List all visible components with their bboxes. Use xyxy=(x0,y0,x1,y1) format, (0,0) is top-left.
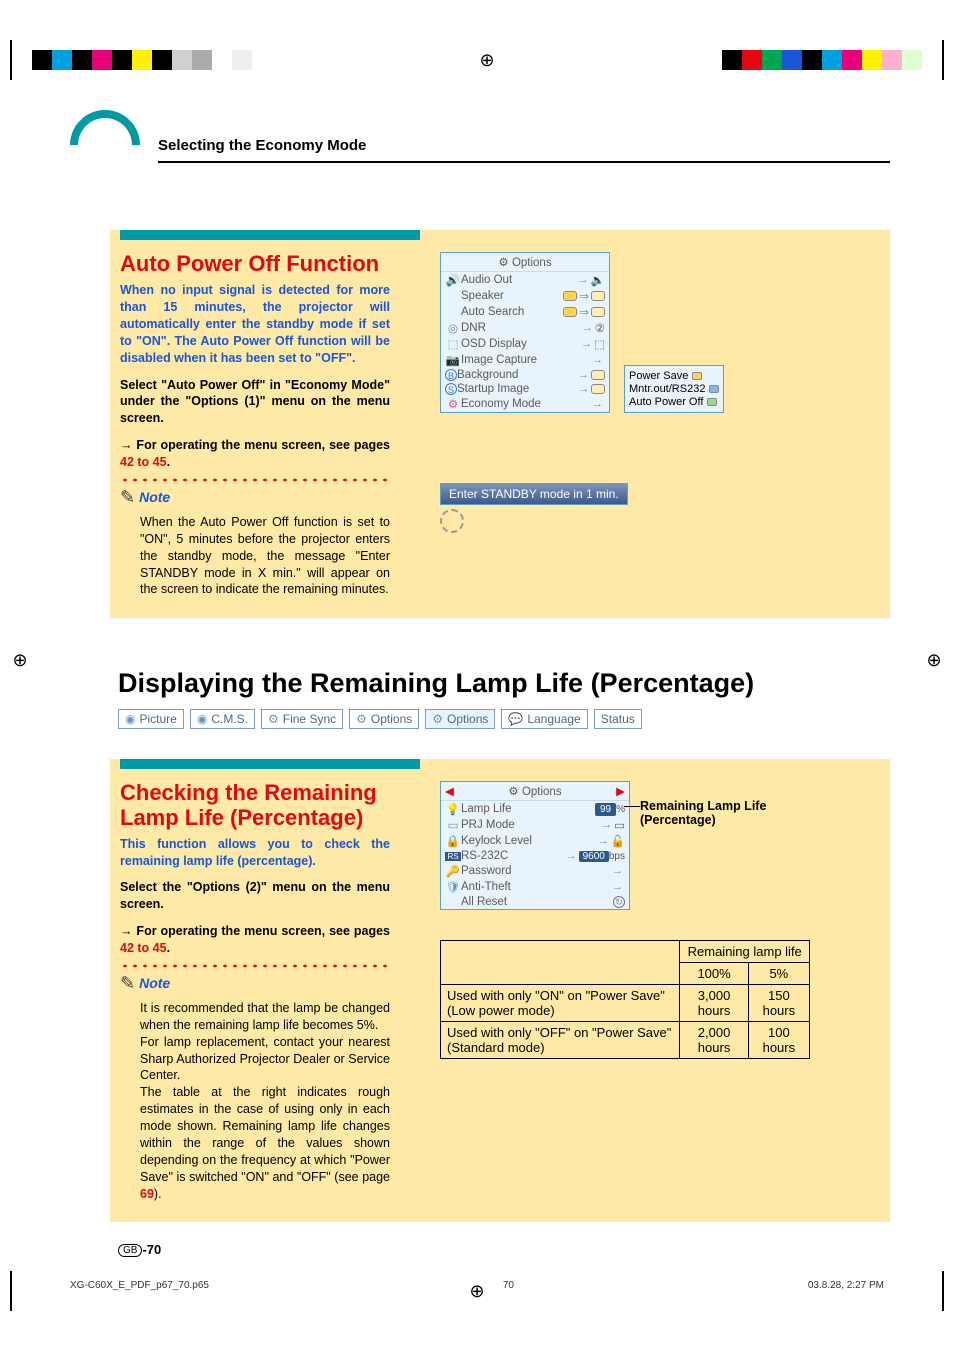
crosshair-icon: ⊕ xyxy=(10,650,30,670)
checking-lamp-title: Checking the Remaining Lamp Life (Percen… xyxy=(120,781,390,829)
auto-power-off-desc: When no input signal is detected for mor… xyxy=(120,282,390,366)
instruction-1: Select "Auto Power Off" in "Economy Mode… xyxy=(120,377,390,428)
note-icon: ✎ xyxy=(120,973,135,994)
note-heading-2: ✎ Note xyxy=(120,973,390,994)
crosshair-icon: ⊕ xyxy=(467,1281,487,1301)
osd-options-menu: ⚙ Options 🔊Audio Out→🔈 Speaker⇒ Auto Sea… xyxy=(440,252,610,413)
instruction-3: Select the "Options (2)" menu on the men… xyxy=(120,879,390,913)
tab-finesync: ⚙Fine Sync xyxy=(261,709,343,729)
note-body-2b: For lamp replacement, contact your neare… xyxy=(120,1034,390,1085)
crosshair-icon: ⊕ xyxy=(477,50,497,70)
rs232-icon: RS xyxy=(445,852,461,861)
checking-lamp-desc: This function allows you to check the re… xyxy=(120,836,390,870)
color-patches-right xyxy=(722,50,922,70)
sync-icon: ⚙ xyxy=(268,712,279,726)
dnr-icon: ◎ xyxy=(445,321,461,335)
header-title: Selecting the Economy Mode xyxy=(158,137,366,154)
menu-tab-row: ◉Picture ◉C.M.S. ⚙Fine Sync ⚙Options ⚙Op… xyxy=(118,709,890,729)
registration-marks-bottom: ⊕ xyxy=(0,1271,954,1351)
table-row: Used with only "ON" on "Power Save" (Low… xyxy=(441,985,810,1022)
economy-submenu: Power Save Mntr.out/RS232 Auto Power Off xyxy=(624,365,724,413)
section-title-lamp-life: Displaying the Remaining Lamp Life (Perc… xyxy=(118,668,890,699)
note-icon: ✎ xyxy=(120,487,135,508)
speech-icon: 💬 xyxy=(508,712,523,726)
lamp-life-annotation: Remaining Lamp Life (Percentage) xyxy=(640,799,820,827)
color-patches-left xyxy=(32,50,252,70)
standby-message: Enter STANDBY mode in 1 min. xyxy=(440,483,628,505)
note-body-2c: The table at the right indicates rough e… xyxy=(120,1084,390,1202)
reset-icon: ↻ xyxy=(613,896,625,908)
key-icon: 🔑 xyxy=(445,864,461,878)
prj-icon: ▭ xyxy=(445,818,461,832)
startup-icon: S xyxy=(445,383,457,395)
cms-icon: ◉ xyxy=(197,712,207,726)
note-body-2a: It is recommended that the lamp be chang… xyxy=(120,1000,390,1034)
note-body: When the Auto Power Off function is set … xyxy=(120,514,390,598)
tab-options1: ⚙Options xyxy=(349,709,419,729)
gear-icon: ⚙ xyxy=(432,712,443,726)
auto-power-off-title: Auto Power Off Function xyxy=(120,252,390,276)
osd-icon: ⬚ xyxy=(445,337,461,351)
page-number: GB-70 xyxy=(118,1242,890,1257)
page-header: Selecting the Economy Mode xyxy=(70,110,890,180)
arc-decoration xyxy=(56,96,155,195)
economy-icon: ⚙ xyxy=(445,397,461,411)
lamp-icon: 💡 xyxy=(445,802,461,816)
tab-status: Status xyxy=(594,709,642,729)
registration-marks-top: ⊕ xyxy=(0,0,954,80)
tab-language: 💬Language xyxy=(501,709,587,729)
bg-icon: B xyxy=(445,369,457,381)
table-row: Used with only "OFF" on "Power Save" (St… xyxy=(441,1022,810,1059)
lock-icon: 🔒 xyxy=(445,834,461,848)
note-heading: ✎ Note xyxy=(120,487,390,508)
instruction-2: → For operating the menu screen, see pag… xyxy=(120,437,390,471)
crosshair-icon: ⊕ xyxy=(924,650,944,670)
instruction-4: → For operating the menu screen, see pag… xyxy=(120,923,390,957)
tab-cms: ◉C.M.S. xyxy=(190,709,255,729)
lamp-life-table: Remaining lamp life 100% 5% Used with on… xyxy=(440,940,810,1059)
bulb-icon xyxy=(440,509,464,533)
picture-icon: ◉ xyxy=(125,712,135,726)
speaker-icon: 🔊 xyxy=(445,273,461,287)
gear-icon: ⚙ xyxy=(498,257,508,269)
gear-icon: ⚙ xyxy=(356,712,367,726)
camera-icon: 📷 xyxy=(445,353,461,367)
tab-picture: ◉Picture xyxy=(118,709,184,729)
osd-options2-menu: ◀⚙ Options▶ 💡Lamp Life99 % ▭PRJ Mode→▭ 🔒… xyxy=(440,781,630,910)
shield-icon: 🛡 xyxy=(445,880,461,894)
gear-icon: ⚙ xyxy=(508,786,518,798)
tab-options2: ⚙Options xyxy=(425,709,495,729)
